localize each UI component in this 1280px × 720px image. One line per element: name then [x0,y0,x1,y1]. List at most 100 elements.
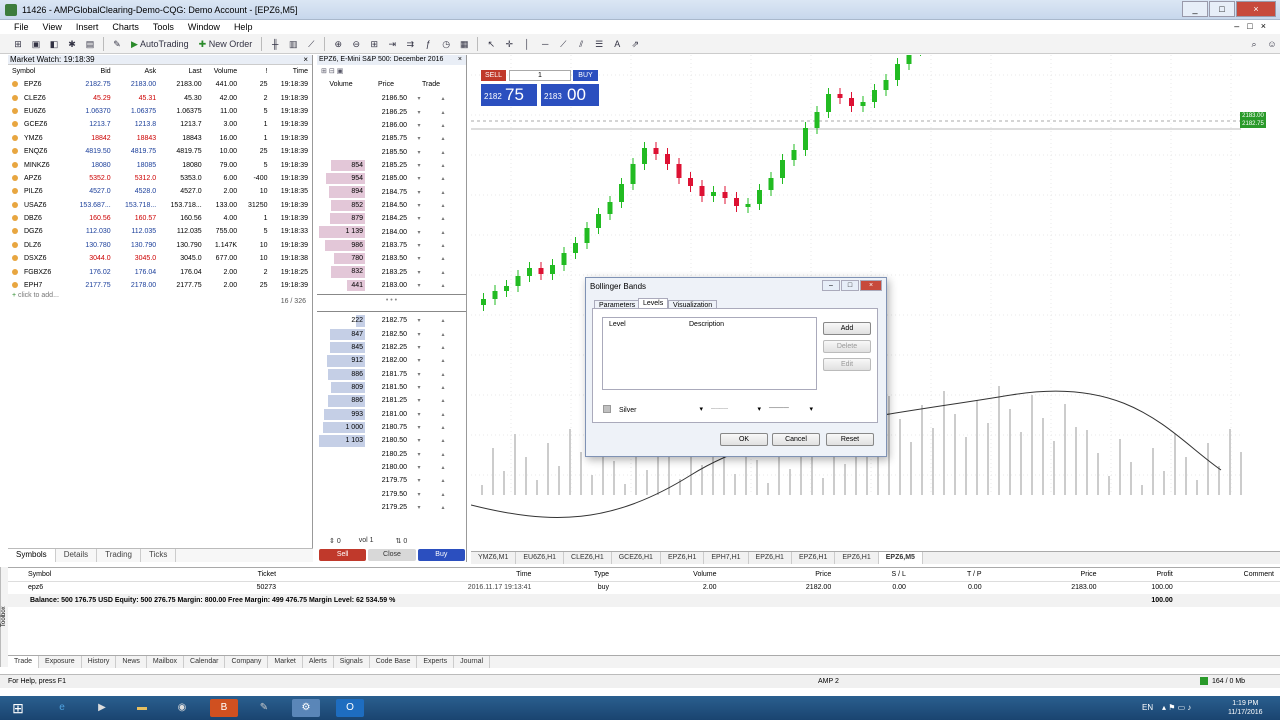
menu-file[interactable]: File [10,22,39,32]
level-color-select[interactable]: Silver ▾ [603,405,703,417]
chart-tab[interactable]: CLEZ6,H1 [564,552,612,564]
media-player-icon[interactable]: ▶ [88,699,116,717]
table-row[interactable]: EPZ6 2182.75 2183.00 2183.00 441.00 25 19:18:3… [8,78,312,91]
menu-tools[interactable]: Tools [149,22,184,32]
chevron-down-icon[interactable]: ▾ [407,162,431,169]
chevron-down-icon[interactable]: ▾ [407,282,431,289]
dom-row[interactable]: 986 2183.75 ▾ ▴ [317,239,466,252]
horizontal-line-icon[interactable]: ─ [537,36,553,52]
dom-row[interactable]: 2179.50 ▾ ▴ [317,488,466,501]
term-tab[interactable]: Mailbox [147,656,185,668]
line-chart-icon[interactable]: ⟋ [303,36,319,52]
term-col[interactable]: Price [722,568,838,582]
ok-button[interactable]: OK [720,433,768,446]
trendline-icon[interactable]: ⟋ [555,36,571,52]
bar-chart-icon[interactable]: ╫ [267,36,283,52]
dom-row[interactable]: 894 2184.75 ▾ ▴ [317,185,466,198]
term-col[interactable]: Price [987,568,1103,582]
dom-row[interactable]: 912 2182.00 ▾ ▴ [317,354,466,367]
chevron-down-icon[interactable]: ▾ [407,437,431,444]
equidistant-channel-icon[interactable]: ⫽ [573,36,589,52]
internet-explorer-icon[interactable]: e [48,699,76,717]
chevron-down-icon[interactable]: ▾ [407,122,431,129]
term-col[interactable]: T / P [911,568,988,582]
chevron-up-icon[interactable]: ▴ [431,344,455,351]
one-click-buy-button[interactable]: BUY [573,70,598,81]
col-flag[interactable]: ! [241,65,271,78]
chevron-down-icon[interactable]: ▾ [407,317,431,324]
menu-window[interactable]: Window [184,22,230,32]
dom-vol-field[interactable]: vol 1 [359,537,374,544]
chevron-down-icon[interactable]: ▾ [407,202,431,209]
chevron-up-icon[interactable]: ▴ [431,175,455,182]
term-tab[interactable]: Calendar [184,656,226,668]
chevron-down-icon[interactable]: ▾ [407,189,431,196]
level-width-select[interactable]: ──── ▾ [769,405,813,417]
metatrader-icon[interactable]: ⚙ [292,699,320,717]
table-row[interactable]: MINKZ6 18080 18085 18080 79.00 5 19:18:39 [8,158,312,171]
table-row[interactable]: EPH7 2177.75 2178.00 2177.75 2.00 25 19:18:39 [8,279,312,292]
dom-row[interactable]: 1 103 2180.50 ▾ ▴ [317,434,466,447]
crosshair-icon[interactable]: ✛ [501,36,517,52]
table-row[interactable]: DGZ6 112.030 112.035 112.035 755.00 5 19:18:33 [8,225,312,238]
close-icon[interactable]: × [303,55,308,65]
add-symbol-row[interactable]: + click to add... [8,292,312,299]
col-volume[interactable]: Volume [206,65,241,78]
dom-row[interactable]: 847 2182.50 ▾ ▴ [317,328,466,341]
clock[interactable]: 1:19 PM 11/17/2016 [1228,699,1263,717]
chrome-icon[interactable]: ◉ [168,699,196,717]
table-row[interactable]: FGBXZ6 176.02 176.04 176.04 2.00 2 19:18:25 [8,265,312,278]
term-col[interactable]: Volume [615,568,723,582]
tab-details[interactable]: Details [56,549,98,562]
chevron-up-icon[interactable]: ▴ [431,397,455,404]
templates-icon[interactable]: ▦ [456,36,472,52]
term-col[interactable]: Comment [1178,568,1280,582]
chevron-up-icon[interactable]: ▴ [431,384,455,391]
dom-row[interactable]: 832 2183.25 ▾ ▴ [317,265,466,278]
dialog-close-button[interactable]: × [860,280,882,291]
term-tab[interactable]: Trade [8,656,40,668]
chevron-down-icon[interactable]: ▾ [407,109,431,116]
menu-charts[interactable]: Charts [108,22,149,32]
chevron-up-icon[interactable]: ▴ [431,451,455,458]
one-click-bid-price[interactable]: 2182 75 [481,84,537,106]
dom-row[interactable]: 441 2183.00 ▾ ▴ [317,279,466,292]
dialog-maximize-button[interactable]: □ [841,280,859,291]
term-tab[interactable]: Journal [454,656,491,668]
dom-row[interactable]: 780 2183.50 ▾ ▴ [317,252,466,265]
new-order-button[interactable]: ✚ New Order [195,36,257,52]
menu-insert[interactable]: Insert [72,22,109,32]
table-row[interactable]: YMZ6 18842 18843 18843 16.00 1 19:18:39 [8,132,312,145]
dom-row[interactable]: 854 2185.25 ▾ ▴ [317,159,466,172]
dom-row[interactable]: 2186.00 ▾ ▴ [317,119,466,132]
chart-tab[interactable]: EPZ6,M5 [878,552,923,564]
dom-row[interactable]: 2180.00 ▾ ▴ [317,461,466,474]
dom-row[interactable]: 2186.25 ▾ ▴ [317,105,466,118]
dom-row[interactable]: 2179.75 ▾ ▴ [317,474,466,487]
one-click-ask-price[interactable]: 2183 00 [541,84,599,106]
chevron-up-icon[interactable]: ▴ [431,269,455,276]
term-tab[interactable]: Exposure [39,656,82,668]
chevron-up-icon[interactable]: ▴ [431,464,455,471]
table-row[interactable]: DSXZ6 3044.0 3045.0 3045.0 677.00 10 19:18:38 [8,252,312,265]
zoom-out-icon[interactable]: ⊖ [348,36,364,52]
chevron-up-icon[interactable]: ▴ [431,242,455,249]
table-row[interactable]: ENQZ6 4819.50 4819.75 4819.75 10.00 25 19:18:3… [8,145,312,158]
chevron-up-icon[interactable]: ▴ [431,109,455,116]
term-tab[interactable]: Code Base [370,656,418,668]
chevron-down-icon[interactable]: ▾ [407,135,431,142]
term-tab[interactable]: Company [225,656,269,668]
one-click-sell-button[interactable]: SELL [481,70,506,81]
table-row[interactable]: DLZ6 130.780 130.790 130.790 1.147K 10 19:18:3… [8,239,312,252]
chevron-down-icon[interactable]: ▾ [407,229,431,236]
chevron-down-icon[interactable]: ▾ [407,242,431,249]
one-click-lot-input[interactable]: 1 [509,70,571,81]
arrows-tool-icon[interactable]: ⇗ [627,36,643,52]
dom-row[interactable]: 2185.75 ▾ ▴ [317,132,466,145]
autotrading-button[interactable]: ▶ AutoTrading [127,36,193,52]
tab-ticks[interactable]: Ticks [141,549,177,562]
text-tool-icon[interactable]: A [609,36,625,52]
edit-level-button[interactable]: Edit [823,358,871,371]
dom-row[interactable]: 886 2181.25 ▾ ▴ [317,394,466,407]
minimize-button[interactable]: _ [1182,1,1208,17]
